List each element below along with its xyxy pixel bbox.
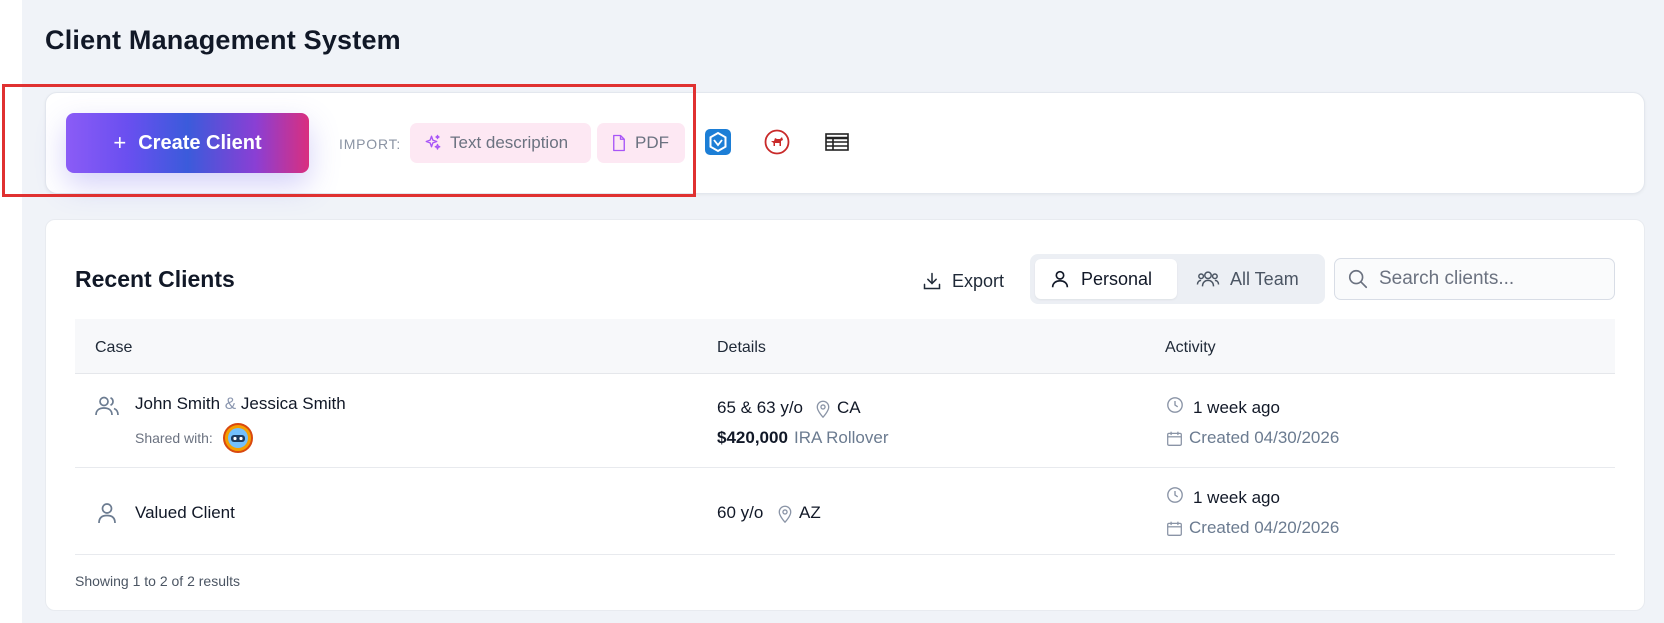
table-header: Case Details Activity (75, 319, 1615, 374)
pin-icon (777, 505, 793, 528)
file-icon (611, 134, 627, 152)
client-ages: 65 & 63 y/o (717, 398, 804, 417)
plus-icon: + (113, 130, 127, 155)
client-name-secondary: Jessica Smith (240, 394, 346, 413)
client-state: AZ (799, 503, 821, 522)
name-separator: & (224, 394, 237, 413)
download-icon (922, 271, 942, 291)
client-state: CA (837, 398, 861, 417)
client-name-primary: Valued Client (135, 503, 235, 522)
import-pdf-label: PDF (635, 133, 669, 152)
column-header-details[interactable]: Details (717, 339, 766, 357)
toggle-personal[interactable]: Personal (1035, 259, 1177, 299)
pagination-summary: Showing 1 to 2 of 2 results (75, 573, 240, 589)
client-name: John Smith & Jessica Smith (135, 394, 346, 414)
created-date: Created 04/30/2026 (1189, 428, 1340, 447)
import-label: IMPORT: (339, 136, 402, 152)
avatar[interactable] (223, 423, 253, 453)
row-divider (75, 467, 1615, 468)
multi-person-icon (94, 394, 120, 423)
search-icon (1347, 268, 1369, 290)
users-icon (1196, 268, 1220, 290)
calendar-icon (1166, 520, 1183, 542)
import-pdf-button[interactable]: PDF (597, 123, 685, 163)
shared-with-label: Shared with: (135, 430, 213, 446)
import-text-label: Text description (450, 133, 569, 152)
user-icon (1049, 268, 1071, 290)
client-ages: 60 y/o (717, 503, 764, 522)
scope-toggle: Personal All Team (1030, 254, 1325, 304)
table-icon[interactable] (823, 128, 851, 156)
page-title: Client Management System (45, 25, 401, 55)
pin-icon (815, 400, 831, 423)
clock-icon (1166, 396, 1184, 419)
toggle-all-team[interactable]: All Team (1182, 259, 1320, 299)
create-client-label: Create Client (138, 131, 262, 154)
column-header-activity[interactable]: Activity (1165, 339, 1216, 357)
toggle-team-label: All Team (1230, 268, 1299, 289)
section-title: Recent Clients (75, 266, 235, 292)
sparkle-icon (424, 134, 442, 152)
single-person-icon (96, 501, 118, 530)
calendar-icon (1166, 430, 1183, 452)
red-dog-icon[interactable] (763, 128, 791, 156)
last-activity: 1 week ago (1193, 488, 1280, 507)
client-product: IRA Rollover (794, 428, 889, 447)
create-client-button[interactable]: + Create Client (66, 113, 309, 173)
column-header-case[interactable]: Case (95, 339, 132, 357)
import-text-description-button[interactable]: Text description (410, 123, 591, 163)
export-label: Export (952, 270, 1005, 291)
client-amount: $420,000 (717, 428, 788, 447)
export-button[interactable]: Export (922, 266, 1004, 296)
created-date: Created 04/20/2026 (1189, 518, 1340, 537)
search-box (1334, 258, 1615, 300)
search-input[interactable] (1379, 268, 1599, 290)
toggle-personal-label: Personal (1081, 268, 1153, 289)
row-divider (75, 554, 1615, 555)
blue-hexagon-icon[interactable] (704, 128, 732, 156)
clock-icon (1166, 486, 1184, 509)
last-activity: 1 week ago (1193, 398, 1280, 417)
client-name-primary: John Smith (135, 394, 221, 413)
